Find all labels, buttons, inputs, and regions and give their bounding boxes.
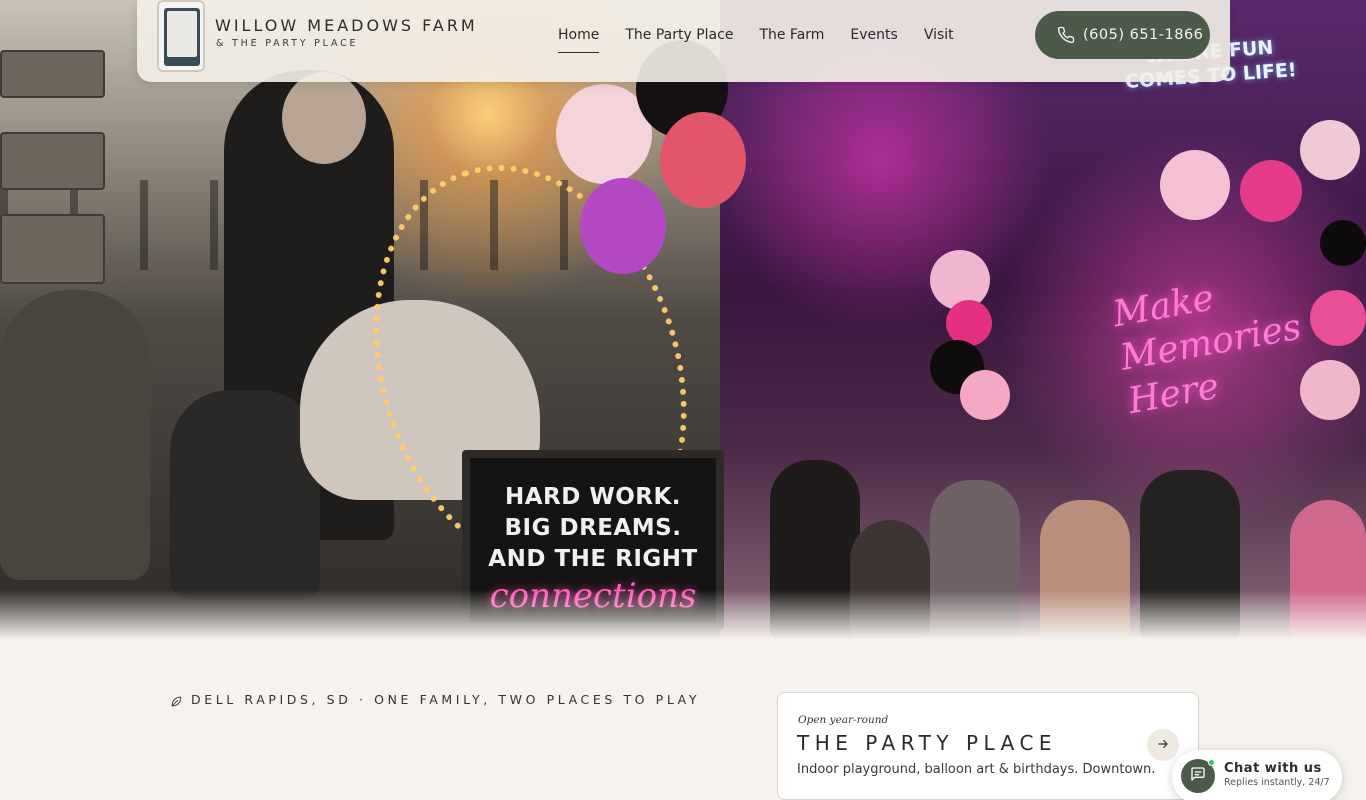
leaf-icon: [170, 693, 183, 707]
wooden-sign: [0, 214, 105, 284]
nav-visit[interactable]: Visit: [911, 24, 967, 54]
logo[interactable]: [157, 0, 205, 72]
balloon-arch-piece: [960, 370, 1010, 420]
wooden-sign: [0, 132, 105, 190]
hero-fade: [0, 590, 1366, 640]
online-status-dot: [1208, 759, 1215, 766]
goat-figure: [170, 390, 320, 600]
phone-icon: [1057, 26, 1075, 44]
balloon-arch-piece: [946, 300, 992, 346]
chat-subtitle: Replies instantly, 24/7: [1224, 777, 1330, 788]
balloon: [580, 178, 666, 274]
brand-name[interactable]: WILLOW MEADOWS FARM: [215, 16, 478, 35]
balloon-arch-piece: [1240, 160, 1302, 222]
balloon-arch-piece: [1310, 290, 1366, 346]
chalkboard-line: HARD WORK.: [504, 484, 682, 510]
chalkboard-line: BIG DREAMS.: [504, 515, 682, 541]
party-place-card[interactable]: Open year-round THE PARTY PLACE Indoor p…: [777, 692, 1199, 800]
card-eyebrow: Open year-round: [798, 714, 889, 726]
arrow-right-icon: [1156, 736, 1170, 755]
brand-subtitle: & THE PARTY PLACE: [216, 38, 359, 49]
neon-sign: Make Memories Here: [1109, 277, 1305, 423]
main-nav: Home The Party Place The Farm Events Vis…: [545, 24, 967, 54]
chat-bubble-icon: [1190, 766, 1206, 786]
balloon: [660, 112, 746, 208]
nav-events[interactable]: Events: [837, 24, 910, 54]
wooden-sign: [0, 50, 105, 98]
phone-call-button[interactable]: (605) 651-1866: [1035, 11, 1210, 59]
balloon-arch-piece: [1300, 360, 1360, 420]
chalkboard-line: AND THE RIGHT: [488, 546, 698, 572]
balloon-arch-piece: [1320, 220, 1366, 266]
donkey-figure: [0, 290, 150, 580]
farmer-head: [282, 72, 366, 164]
balloon-arch-piece: [1160, 150, 1230, 220]
card-title: THE PARTY PLACE: [797, 731, 1058, 755]
site-header: WILLOW MEADOWS FARM & THE PARTY PLACE Ho…: [137, 0, 1230, 82]
logo-sign-image: [167, 11, 197, 57]
card-arrow-button[interactable]: [1147, 729, 1179, 761]
nav-party-place[interactable]: The Party Place: [612, 24, 746, 54]
location-tagline: DELL RAPIDS, SD · ONE FAMILY, TWO PLACES…: [170, 692, 700, 707]
chat-widget[interactable]: Chat with us Replies instantly, 24/7: [1172, 750, 1342, 800]
card-description: Indoor playground, balloon art & birthda…: [797, 762, 1156, 777]
chat-title: Chat with us: [1224, 761, 1322, 776]
nav-home[interactable]: Home: [545, 24, 612, 54]
location-text: DELL RAPIDS, SD · ONE FAMILY, TWO PLACES…: [191, 692, 701, 707]
phone-number: (605) 651-1866: [1083, 27, 1204, 43]
balloon-arch-piece: [1300, 120, 1360, 180]
nav-farm[interactable]: The Farm: [746, 24, 837, 54]
hero-banner: WHERE FUN COMES TO LIFE! Make Memories H…: [0, 0, 1366, 640]
